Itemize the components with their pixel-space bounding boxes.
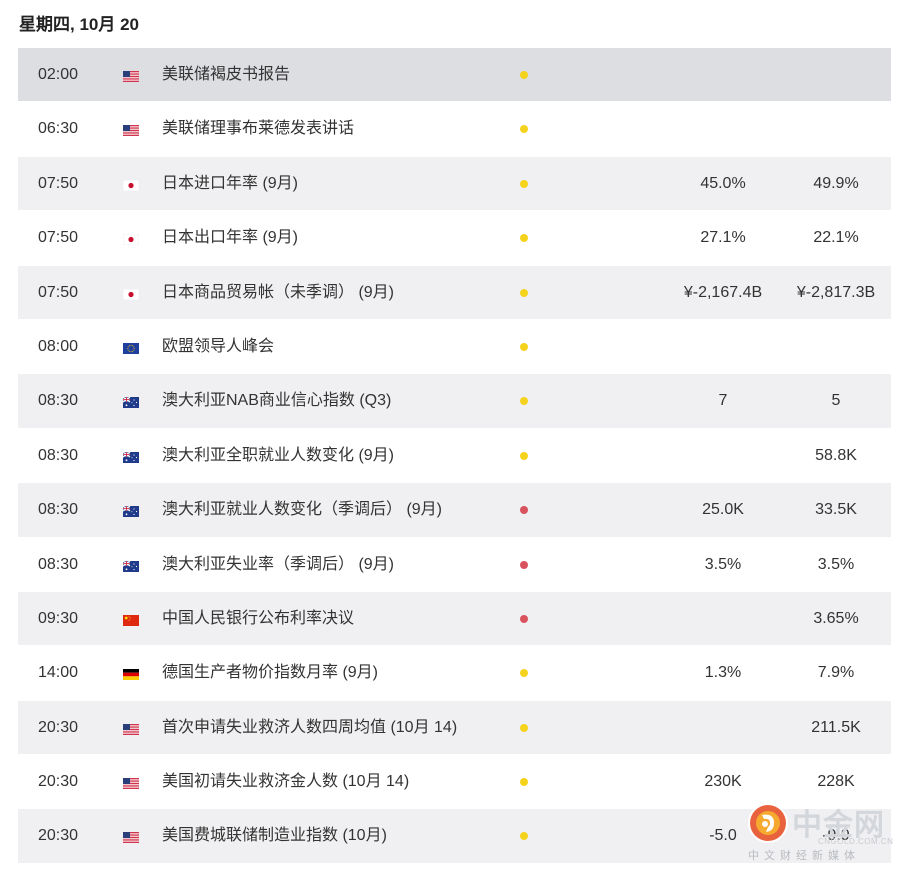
- previous-value: 49.9%: [813, 174, 859, 192]
- importance-dot: [520, 560, 528, 569]
- previous-value: 3.65%: [813, 609, 859, 627]
- jp-flag-icon: [122, 287, 140, 300]
- table-row[interactable]: 08:30 澳大利亚失业率（季调后） (9月) 3.5% 3.5%: [18, 537, 891, 592]
- event-time: 08:30: [38, 501, 79, 519]
- table-row[interactable]: 09:30 中国人民银行公布利率决议 3.65%: [18, 591, 891, 647]
- importance-dot: [520, 451, 528, 460]
- event-name: 澳大利亚全职就业人数变化 (9月): [162, 446, 395, 464]
- event-time: 09:30: [38, 609, 79, 627]
- de-flag-icon: [123, 667, 139, 681]
- importance-dot: [520, 125, 528, 134]
- importance-dot: [520, 179, 528, 188]
- us-flag-icon: [123, 776, 139, 790]
- actual-value: ¥-2,167.4B: [683, 283, 763, 301]
- event-time: 08:00: [38, 337, 79, 355]
- cn-flag-icon: [123, 613, 139, 626]
- importance-dot: [520, 397, 528, 406]
- event-time: 20:30: [38, 827, 79, 845]
- table-row[interactable]: 06:30 美联储理事布莱德发表讲话: [18, 102, 891, 157]
- event-name: 首次申请失业救济人数四周均值 (10月 14): [162, 718, 458, 736]
- event-name: 德国生产者物价指数月率 (9月): [162, 664, 379, 682]
- au-flag-icon: [122, 395, 139, 409]
- importance-dot: [520, 669, 528, 678]
- previous-value: 3.5%: [817, 555, 855, 573]
- event-time: 02:00: [38, 66, 79, 83]
- event-name: 澳大利亚NAB商业信心指数 (Q3): [162, 392, 392, 410]
- event-time: 20:30: [38, 773, 79, 791]
- importance-dot: [520, 71, 528, 79]
- jp-flag-icon: [122, 178, 140, 192]
- actual-value: 1.3%: [704, 664, 742, 682]
- event-name: 美联储理事布莱德发表讲话: [162, 120, 355, 138]
- event-name: 中国人民银行公布利率决议: [162, 609, 355, 627]
- table-row[interactable]: 08:30 澳大利亚就业人数变化（季调后） (9月) 25.0K 33.5K: [18, 483, 891, 538]
- importance-dot: [520, 778, 528, 787]
- previous-value: 58.8K: [815, 446, 857, 464]
- actual-value: 3.5%: [704, 555, 742, 573]
- event-name: 美国初请失业救济金人数 (10月 14): [162, 773, 410, 791]
- importance-dot: [520, 506, 528, 515]
- table-row[interactable]: 08:00 欧盟领导人峰会: [18, 319, 891, 375]
- us-flag-icon: [123, 123, 139, 137]
- us-flag-icon: [123, 722, 139, 735]
- event-time: 07:50: [38, 283, 79, 301]
- event-time: 07:50: [38, 174, 79, 192]
- previous-value: 22.1%: [813, 229, 859, 247]
- table-row[interactable]: 07:50 日本商品贸易帐（未季调） (9月) ¥-2,167.4B ¥-2,817.…: [18, 265, 891, 320]
- us-flag-icon: [123, 69, 139, 82]
- au-flag-icon: [122, 559, 139, 572]
- previous-value: 211.5K: [811, 718, 861, 736]
- watermark: 中金网 CNGOLD.COM.CN 中文财经新媒体: [748, 800, 898, 866]
- event-time: 06:30: [38, 120, 79, 138]
- eu-flag-icon: [123, 341, 139, 354]
- event-name: 美国费城联储制造业指数 (10月): [162, 827, 387, 845]
- calendar-table: 02:00 美联储褐皮书报告 06:30 美联储理事布莱德发表讲话 07:50 日本进口年…: [18, 48, 891, 864]
- previous-value: ¥-2,817.3B: [796, 283, 876, 301]
- importance-dot: [520, 832, 528, 841]
- event-time: 08:30: [38, 446, 79, 464]
- actual-value: 25.0K: [702, 501, 744, 519]
- table-row[interactable]: 07:50 日本进口年率 (9月) 45.0% 49.9%: [18, 156, 891, 212]
- previous-value: 5: [831, 392, 841, 410]
- actual-value: 45.0%: [700, 174, 746, 192]
- table-row[interactable]: 02:00 美联储褐皮书报告: [18, 48, 891, 103]
- table-row[interactable]: 08:30 澳大利亚全职就业人数变化 (9月) 58.8K: [18, 428, 891, 484]
- date-header: 星期四, 10月 20: [19, 15, 139, 34]
- event-time: 07:50: [38, 229, 79, 247]
- importance-dot: [520, 288, 528, 297]
- event-time: 08:30: [38, 392, 79, 410]
- watermark-subtitle: 中文财经新媒体: [748, 850, 860, 862]
- au-flag-icon: [122, 504, 139, 518]
- importance-dot: [520, 234, 528, 243]
- logo-icon: [748, 803, 788, 843]
- event-name: 美联储褐皮书报告: [162, 66, 291, 83]
- event-name: 日本出口年率 (9月): [162, 229, 299, 247]
- previous-value: 7.9%: [817, 664, 855, 682]
- event-time: 14:00: [38, 664, 79, 682]
- actual-value: 7: [718, 392, 728, 410]
- importance-dot: [520, 723, 528, 732]
- event-name: 日本进口年率 (9月): [162, 174, 299, 192]
- event-time: 08:30: [38, 555, 79, 573]
- table-row[interactable]: 14:00 德国生产者物价指数月率 (9月) 1.3% 7.9%: [18, 646, 891, 701]
- table-row[interactable]: 08:30 澳大利亚NAB商业信心指数 (Q3) 7 5: [18, 374, 891, 429]
- importance-dot: [520, 342, 528, 351]
- event-time: 20:30: [38, 718, 79, 736]
- event-name: 澳大利亚失业率（季调后） (9月): [162, 555, 395, 573]
- au-flag-icon: [122, 450, 139, 463]
- jp-flag-icon: [122, 232, 140, 246]
- importance-dot: [520, 614, 528, 623]
- event-name: 日本商品贸易帐（未季调） (9月): [162, 283, 395, 301]
- us-flag-icon: [123, 830, 139, 844]
- event-name: 欧盟领导人峰会: [162, 337, 275, 355]
- actual-value: 27.1%: [700, 229, 746, 247]
- table-row[interactable]: 07:50 日本出口年率 (9月) 27.1% 22.1%: [18, 211, 891, 266]
- previous-value: 33.5K: [815, 501, 857, 519]
- table-row[interactable]: 20:30 首次申请失业救济人数四周均值 (10月 14) 211.5K: [18, 700, 891, 756]
- event-name: 澳大利亚就业人数变化（季调后） (9月): [162, 501, 443, 519]
- watermark-url: CNGOLD.COM.CN: [818, 837, 894, 846]
